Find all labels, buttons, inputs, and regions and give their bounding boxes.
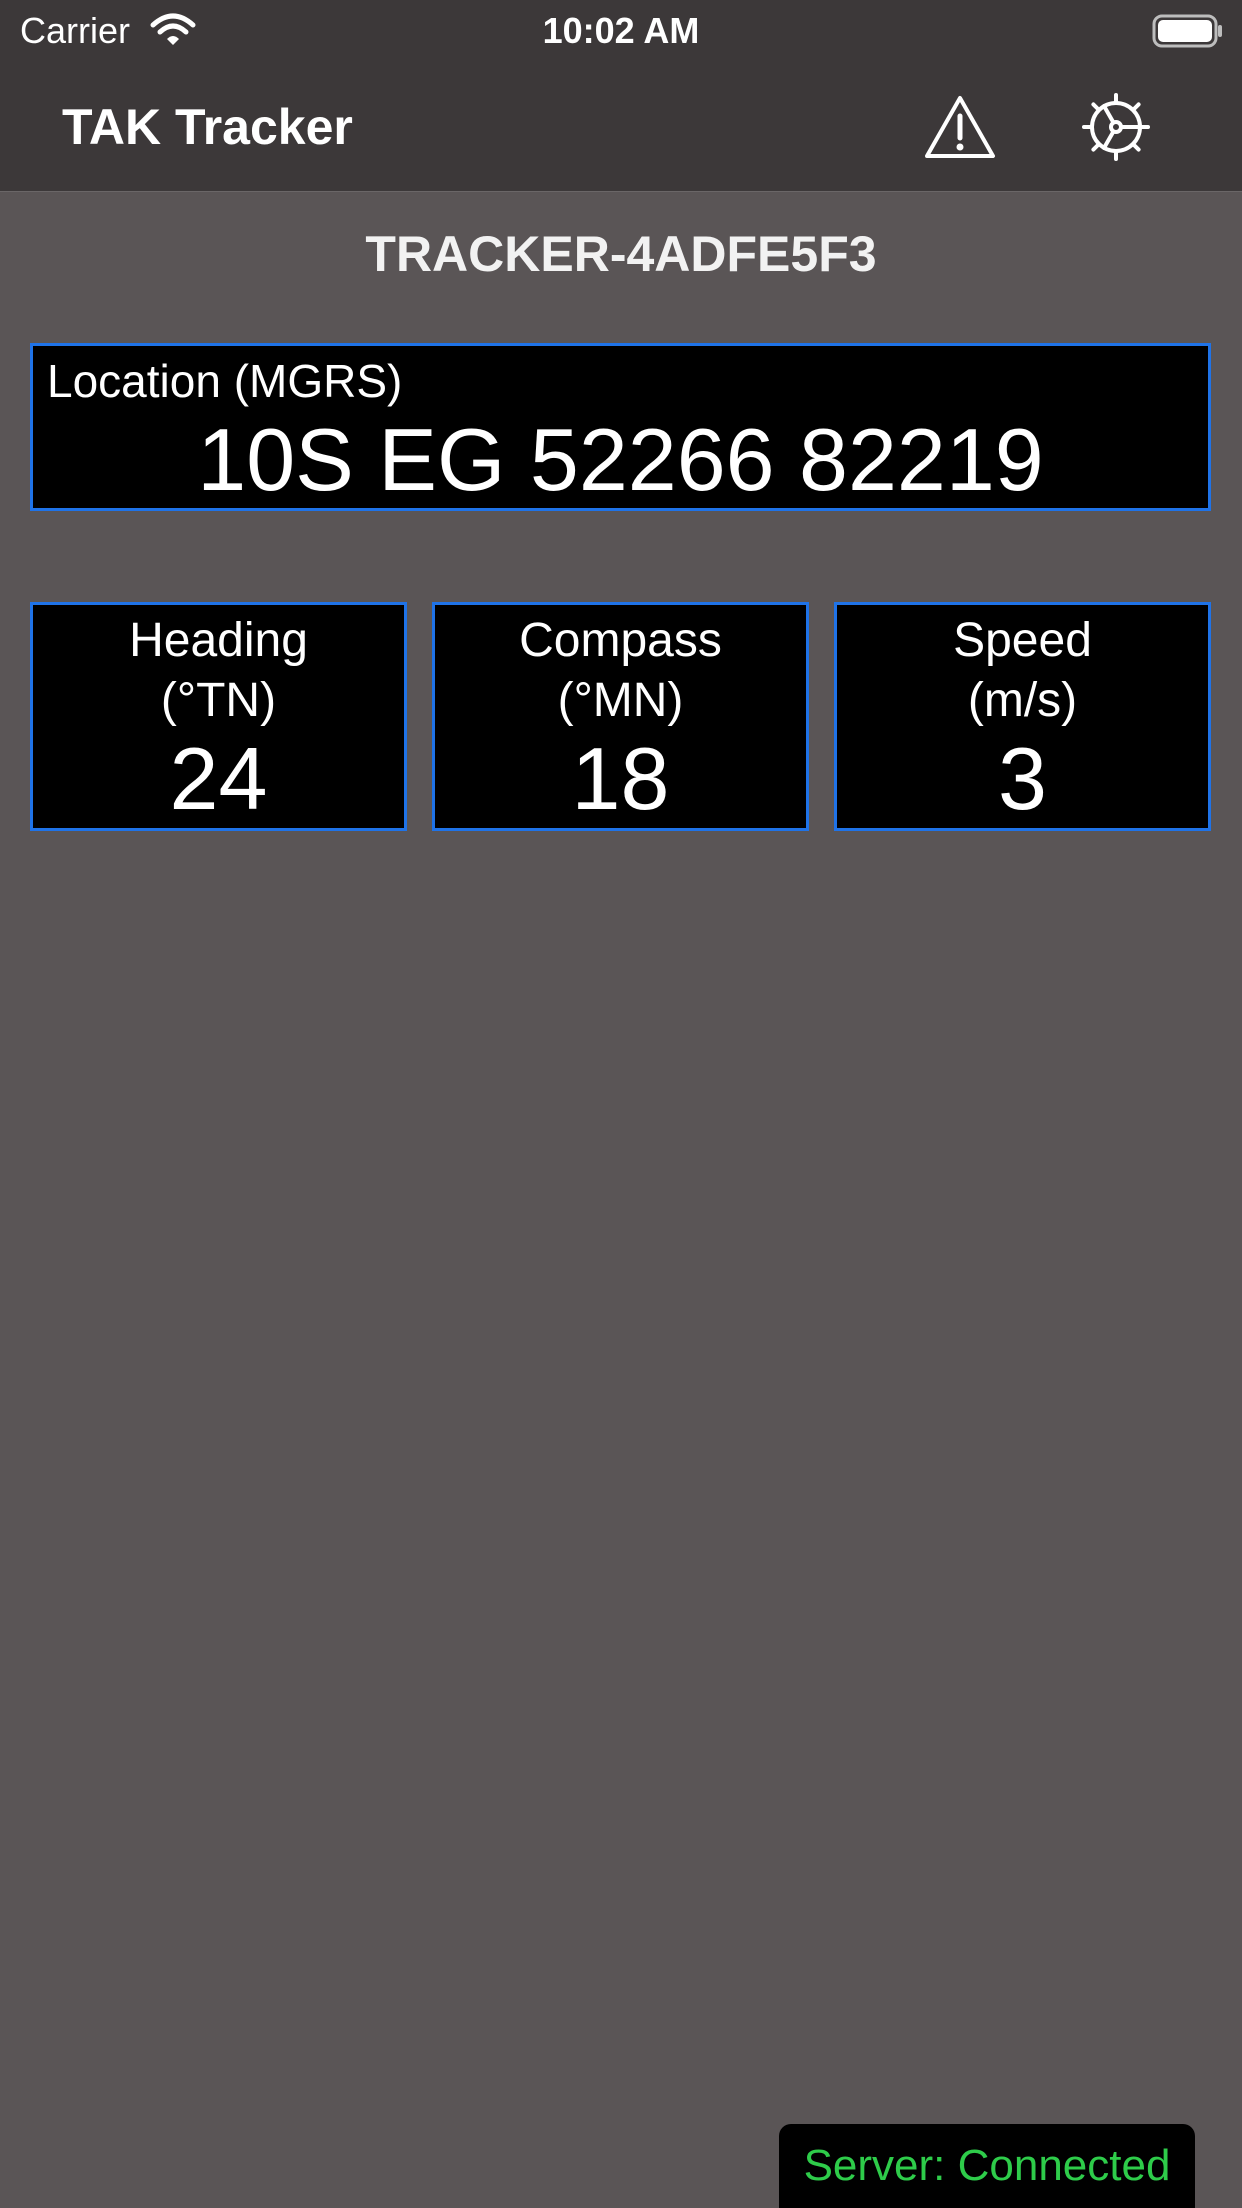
status-bar: Carrier 10:02 AM [0,0,1242,62]
warning-triangle-icon [924,94,996,163]
heading-unit: (°TN) [160,674,277,727]
status-clock: 10:02 AM [542,10,700,51]
heading-value: 24 [169,729,268,828]
location-value: 10S EG 52266 82219 [197,410,1044,509]
battery-icon [1152,14,1224,48]
location-panel: Location (MGRS) 10S EG 52266 82219 [30,343,1211,511]
heading-label: Heading [129,614,308,667]
heading-panel: Heading (°TN) 24 [30,602,407,831]
compass-value: 18 [571,729,670,828]
settings-button[interactable] [1078,90,1154,166]
location-label: Location (MGRS) [47,355,403,407]
app-screen: Carrier 10:02 AM TAK Tracker TRACKER-4AD… [0,0,1242,2208]
warning-button[interactable] [922,90,998,166]
speed-unit: (m/s) [967,674,1078,727]
compass-panel: Compass (°MN) 18 [432,602,809,831]
speed-panel: Speed (m/s) 3 [834,602,1211,831]
server-status-badge: Server: Connected [779,2124,1195,2208]
speed-value: 3 [998,729,1047,828]
device-id: TRACKER-4ADFE5F3 [365,226,877,282]
speed-label: Speed [953,614,1092,667]
compass-label: Compass [519,614,722,667]
gear-icon [1079,90,1153,167]
navigation-bar: TAK Tracker [0,62,1242,192]
compass-unit: (°MN) [557,674,684,727]
app-title: TAK Tracker [62,99,353,155]
